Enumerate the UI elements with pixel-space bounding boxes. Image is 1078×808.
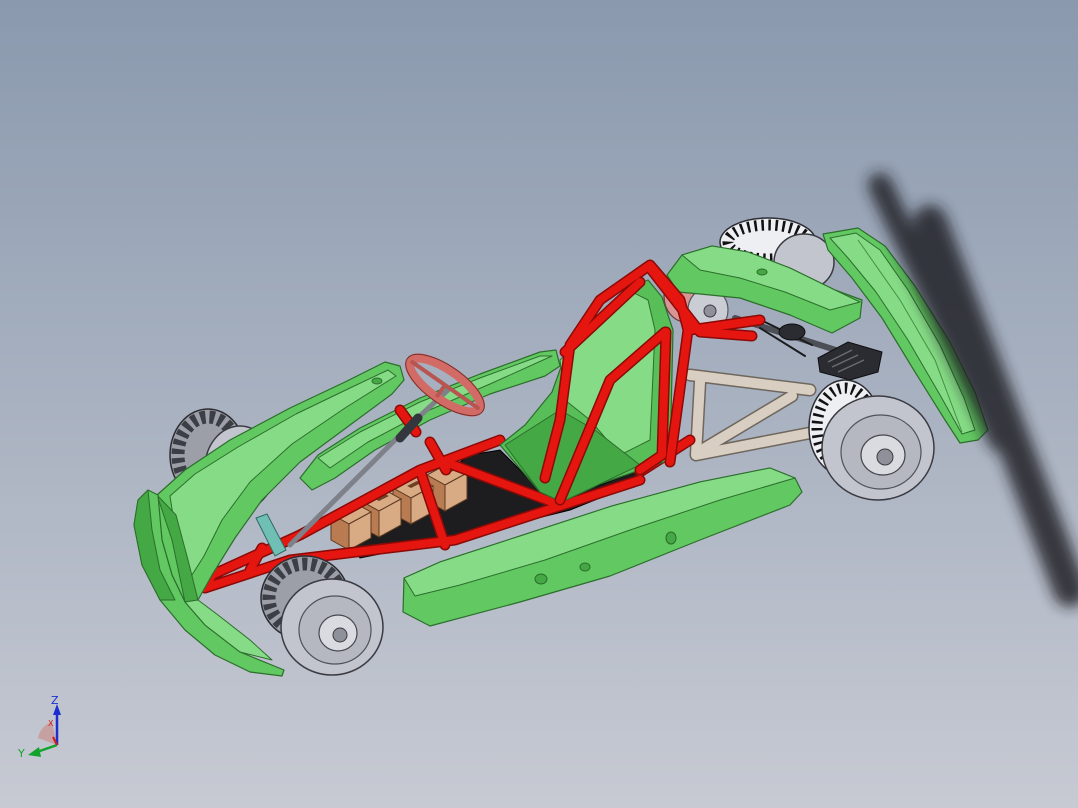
brake-disc-center [703, 304, 717, 318]
front-tire-near[interactable] [260, 555, 384, 676]
wheel-hub-center [876, 448, 894, 466]
y-axis-line [36, 743, 58, 754]
side-pod-hole [534, 573, 548, 585]
x-axis-label: X [48, 719, 54, 728]
y-axis-label: Y [17, 747, 25, 760]
go-kart-model[interactable] [133, 217, 989, 677]
orientation-triad: Z Y X [17, 694, 61, 760]
y-axis-arrow [28, 747, 41, 757]
side-pod-hole [579, 562, 591, 572]
side-pod-hole [665, 531, 677, 545]
wheel-hub-center [332, 627, 348, 643]
axle-bearing [778, 323, 806, 341]
z-axis-label: Z [51, 694, 59, 707]
rear-fender-hole [756, 268, 768, 276]
rear-subframe[interactable] [683, 368, 822, 462]
rear-tire-near[interactable] [808, 379, 935, 501]
cad-viewport[interactable]: Z Y X [0, 0, 1078, 808]
subframe-tubes [685, 370, 820, 460]
front-fender-hole [371, 377, 383, 385]
motion-blur-streak [868, 173, 1078, 607]
